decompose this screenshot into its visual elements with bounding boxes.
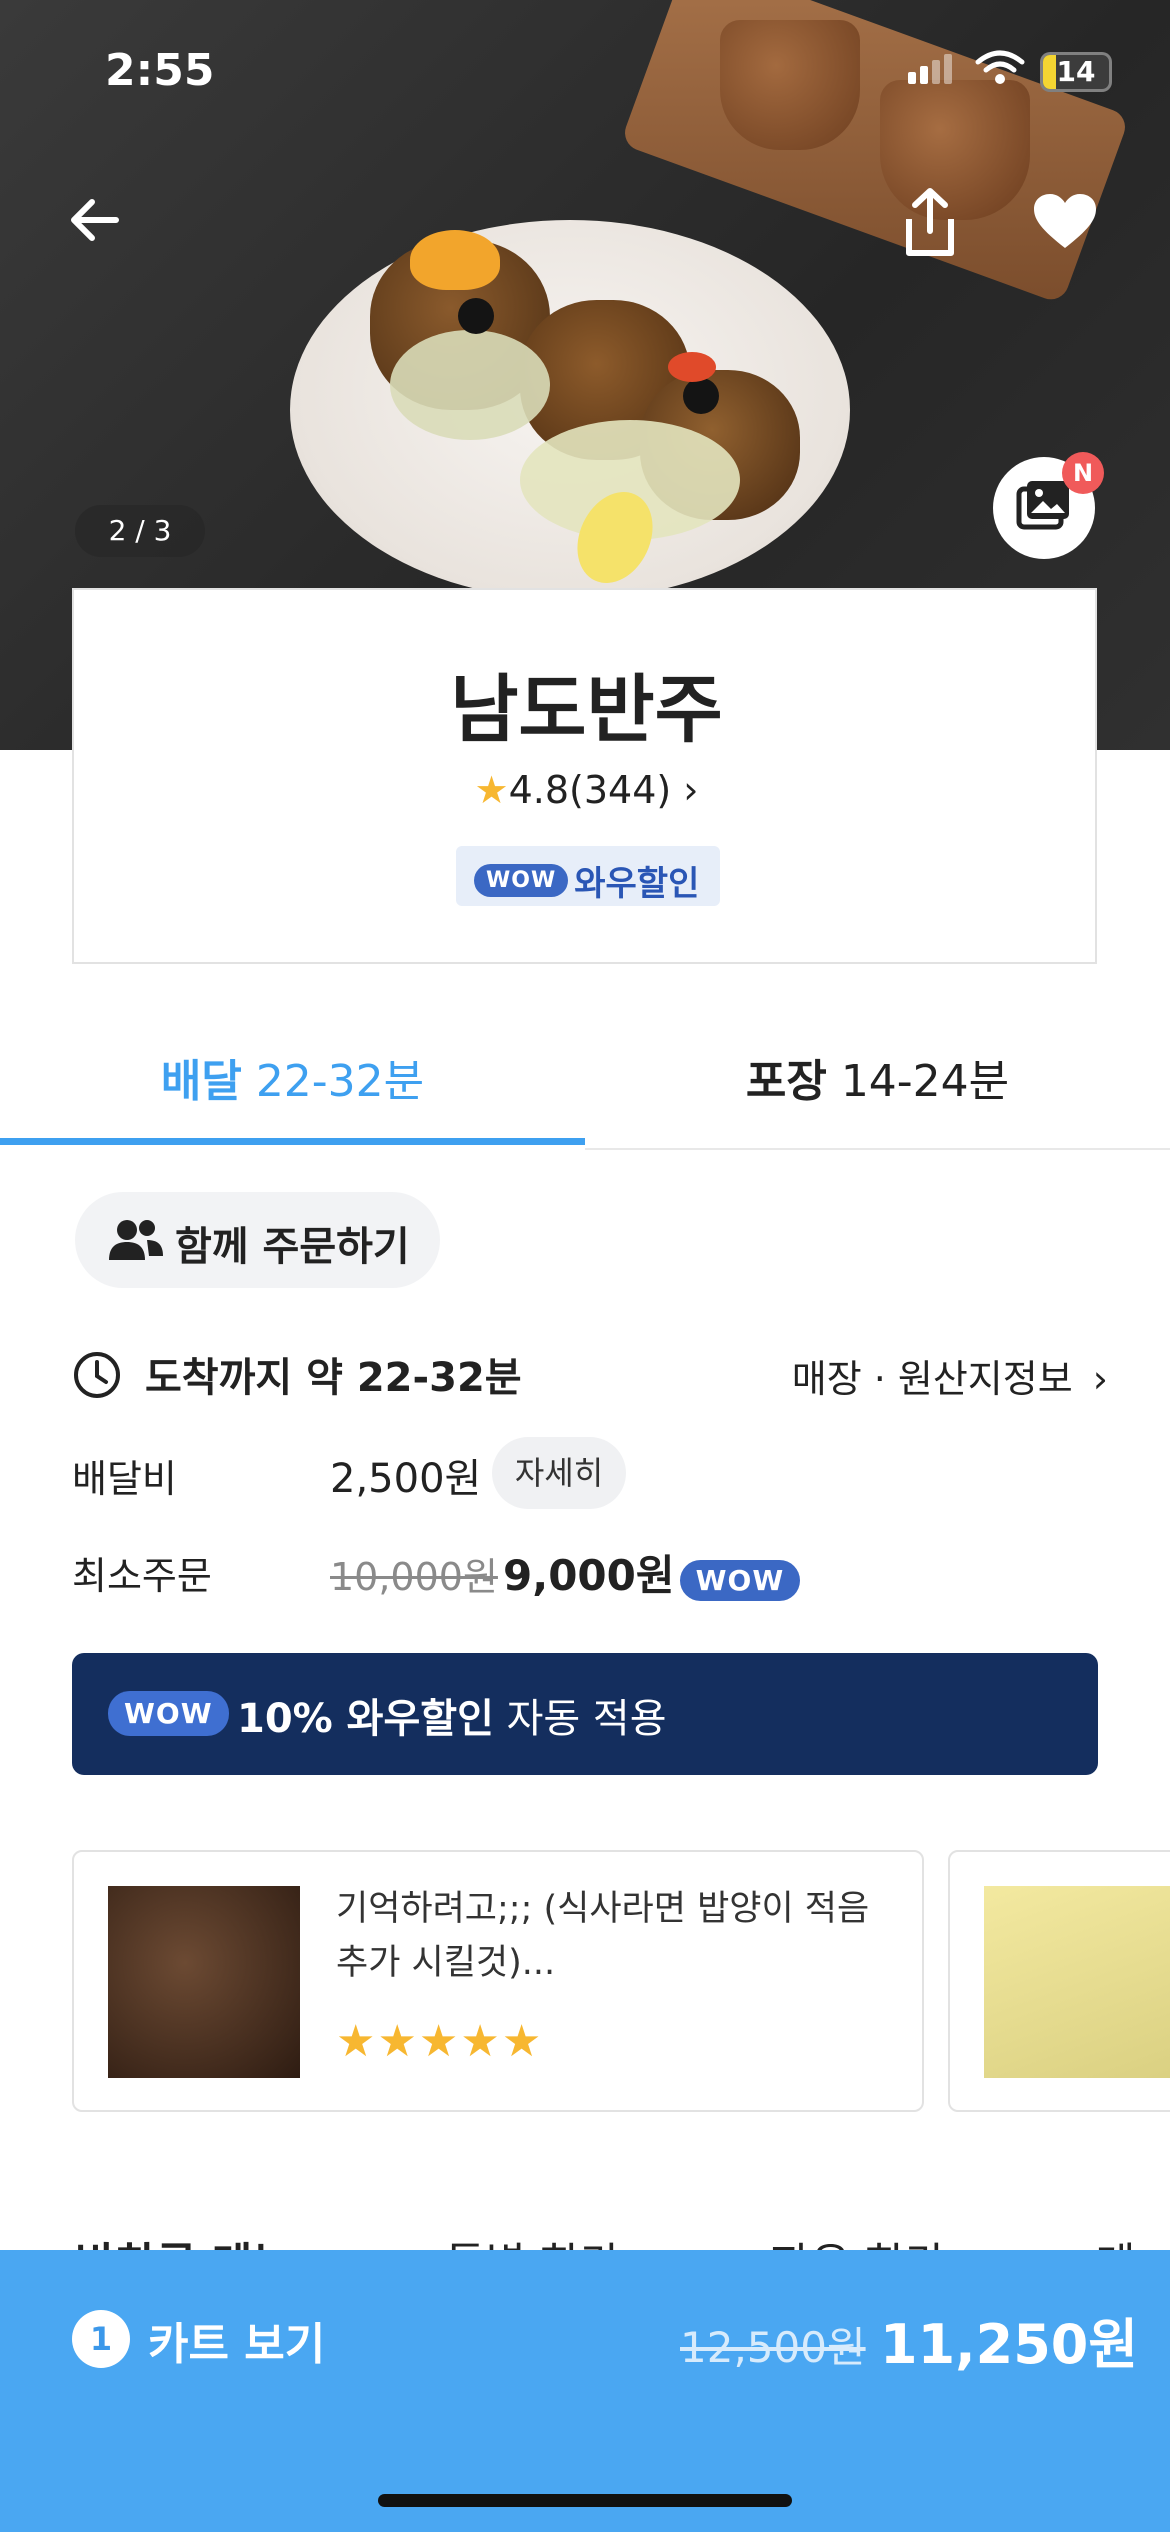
review-photo xyxy=(984,1886,1170,2078)
min-order-label: 최소주문 xyxy=(72,1554,212,1598)
wow-banner-rest: 자동 적용 xyxy=(506,1696,667,1742)
chevron-right-icon: › xyxy=(1092,1357,1108,1401)
store-card: 남도반주 ★4.8(344) › WOW 와우할인 xyxy=(72,588,1097,964)
star-icon: ★ xyxy=(418,2016,461,2067)
star-icon: ★ xyxy=(460,2016,502,2067)
star-icon: ★ xyxy=(501,2016,544,2067)
active-tab-indicator xyxy=(0,1138,585,1145)
share-icon xyxy=(906,188,954,256)
wow-discount-banner[interactable]: WOW 10% 와우할인 자동 적용 xyxy=(72,1653,1098,1775)
review-card[interactable]: 기억하려고;;; (식사라면 밥양이 적음 추가 시킬것)... ★★★★★ xyxy=(72,1850,924,2112)
home-indicator[interactable] xyxy=(378,2494,792,2507)
share-button[interactable] xyxy=(895,185,965,264)
wow-banner-text: 10% 와우할인 자동 적용 xyxy=(237,1686,667,1744)
status-icons xyxy=(900,48,1030,92)
wow-badge: WOW xyxy=(474,864,569,897)
wooden-cup xyxy=(720,20,860,150)
favorite-button[interactable] xyxy=(1032,192,1098,256)
cart-count-badge: 1 xyxy=(72,2310,130,2368)
cart-bar[interactable] xyxy=(0,2250,1170,2532)
group-order-label: 함께 주문하기 xyxy=(175,1224,410,1270)
cart-original-price: 12,500원 xyxy=(680,2323,866,2372)
battery-icon: 14 xyxy=(1040,52,1112,92)
sauce xyxy=(390,330,550,440)
view-cart-button[interactable]: 카트 보기 xyxy=(148,2308,325,2372)
min-order-discounted: 9,000원 xyxy=(503,1551,675,1600)
arrival-time: 도착까지 약 22-32분 xyxy=(145,1355,522,1401)
min-order-original: 10,000원 xyxy=(330,1555,498,1599)
clock-icon xyxy=(72,1350,120,1398)
wow-discount-label: 와우할인 xyxy=(574,864,700,904)
wow-discount-chip: WOW 와우할인 xyxy=(456,846,720,906)
wow-banner-highlight: 10% 와우할인 xyxy=(237,1696,494,1742)
signal-wifi-icon xyxy=(908,50,1025,84)
delivery-fee-value: 2,500원 xyxy=(330,1456,482,1502)
review-text: 기억하려고;;; (식사라면 밥양이 적음 추가 시킬것)... xyxy=(336,1889,870,1983)
min-order-value: 10,000원 9,000원 WOW xyxy=(330,1542,801,1603)
orange-slice xyxy=(410,230,500,290)
tab-delivery-label: 배달 xyxy=(160,1056,242,1107)
review-stars: ★★★★★ xyxy=(336,2016,543,2067)
olive xyxy=(458,298,494,334)
tab-pickup[interactable]: 포장 14-24분 xyxy=(585,1045,1170,1109)
rating-row[interactable]: ★4.8(344) › xyxy=(74,768,1099,812)
chevron-right-icon: › xyxy=(683,768,699,812)
cart-total-price: 11,250원 xyxy=(880,2313,1139,2376)
heart-icon xyxy=(1034,194,1096,248)
battery-percent: 14 xyxy=(1056,55,1096,88)
review-count: (344) xyxy=(569,768,672,812)
star-icon: ★ xyxy=(474,768,509,812)
tab-pickup-label: 포장 xyxy=(745,1056,827,1107)
group-order-button[interactable]: 함께 주문하기 xyxy=(75,1192,440,1288)
rating-value: 4.8 xyxy=(508,768,570,812)
store-origin-info-label: 매장 · 원산지정보 xyxy=(791,1357,1073,1401)
wow-badge: WOW xyxy=(679,1560,801,1601)
tab-delivery-time: 22-32분 xyxy=(255,1056,425,1107)
tab-delivery[interactable]: 배달 22-32분 xyxy=(0,1045,585,1109)
people-icon xyxy=(107,1216,165,1274)
delivery-fee-detail-button[interactable]: 자세히 xyxy=(492,1437,626,1509)
delivery-fee-label: 배달비 xyxy=(72,1457,177,1501)
tab-divider xyxy=(585,1148,1170,1150)
review-card[interactable] xyxy=(948,1850,1170,2112)
tab-pickup-time: 14-24분 xyxy=(840,1056,1010,1107)
store-origin-info-link[interactable]: 매장 · 원산지정보 › xyxy=(792,1348,1108,1403)
olive xyxy=(683,378,719,414)
image-counter: 2 / 3 xyxy=(75,505,205,557)
status-time: 2:55 xyxy=(105,45,215,96)
wow-badge: WOW xyxy=(108,1691,229,1736)
review-photo xyxy=(108,1886,300,2078)
star-icon: ★ xyxy=(336,2016,378,2067)
star-icon: ★ xyxy=(377,2016,419,2067)
back-button[interactable] xyxy=(64,190,124,254)
store-name: 남도반주 xyxy=(450,667,723,753)
new-badge: N xyxy=(1062,452,1104,494)
back-arrow-icon xyxy=(71,199,119,241)
tomato xyxy=(668,352,716,382)
